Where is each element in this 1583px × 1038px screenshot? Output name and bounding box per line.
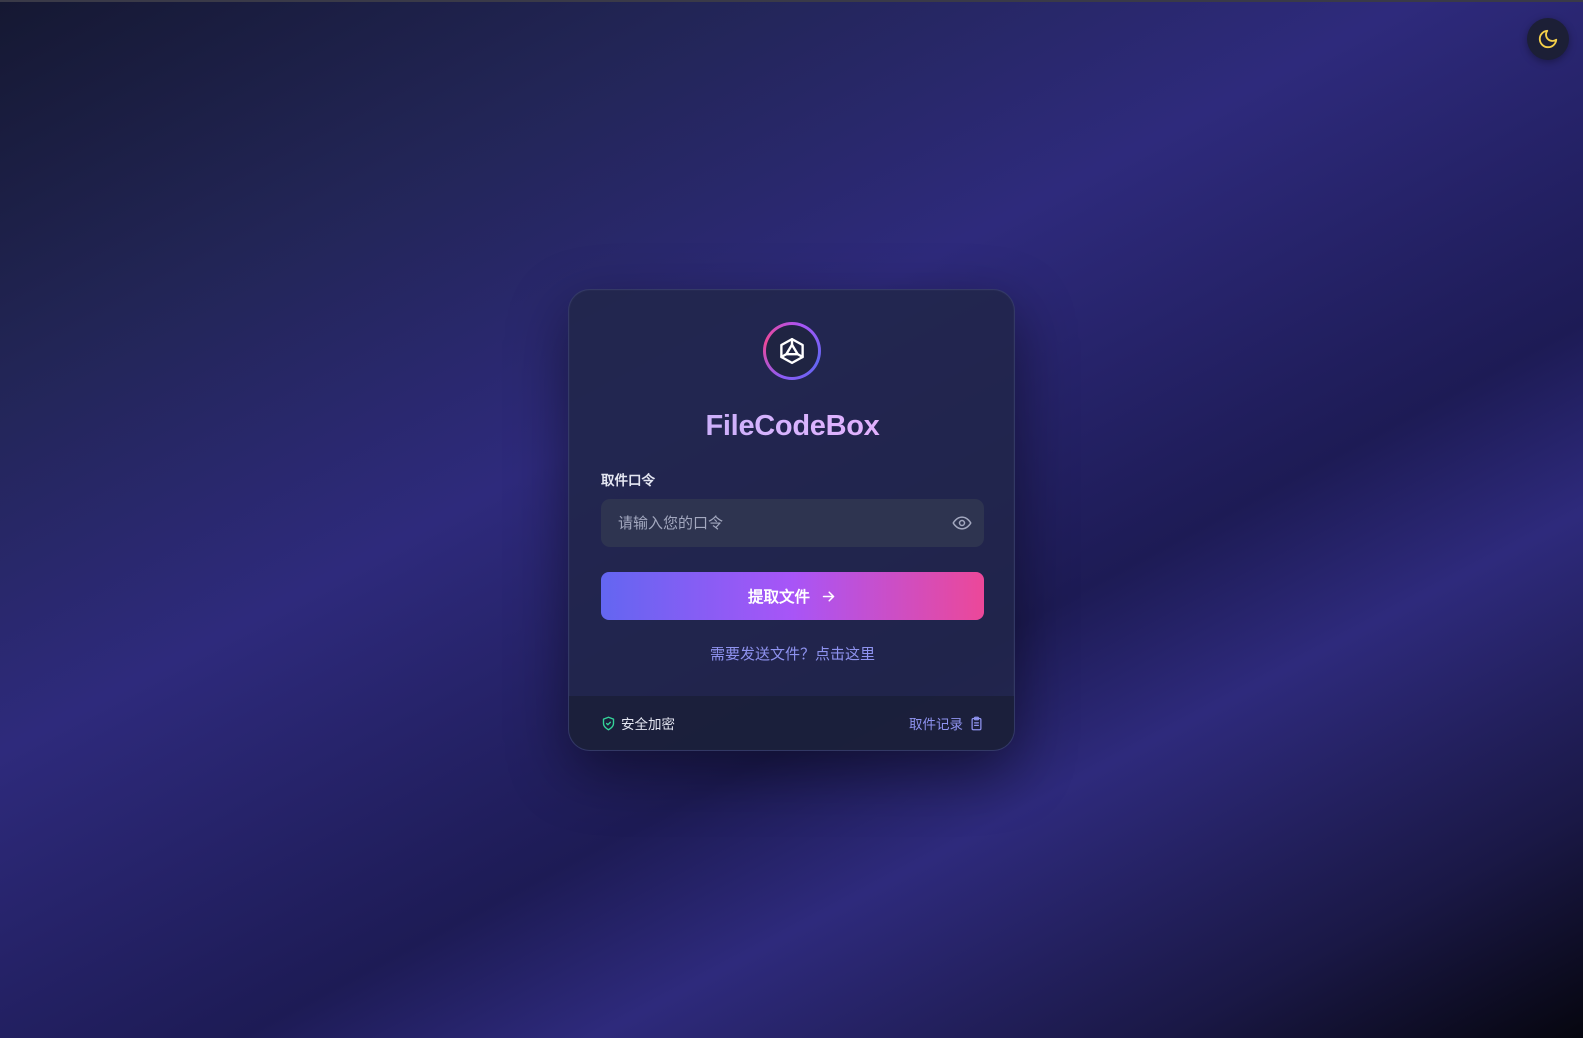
shield-check-icon bbox=[602, 716, 615, 730]
app-logo bbox=[763, 322, 821, 380]
secure-label: 安全加密 bbox=[621, 717, 675, 733]
secure-indicator: 安全加密 bbox=[601, 713, 675, 733]
eye-icon bbox=[952, 516, 972, 530]
records-label: 取件记录 bbox=[909, 717, 963, 733]
clipboard-icon bbox=[971, 716, 982, 730]
moon-icon bbox=[1538, 29, 1558, 49]
retrieve-file-label: 提取文件 bbox=[747, 588, 810, 606]
send-file-link[interactable]: 需要发送文件？点击这里 bbox=[569, 643, 1014, 664]
theme-toggle-button[interactable] bbox=[1527, 18, 1569, 60]
window-top-border bbox=[0, 0, 1583, 2]
retrieve-card: FileCodeBox 取件口令 提取文件 需要发送文件？点击这里 安全加密 取… bbox=[568, 289, 1015, 751]
retrieve-records-link[interactable]: 取件记录 bbox=[909, 713, 984, 733]
card-footer: 安全加密 取件记录 bbox=[569, 696, 1014, 750]
app-title: FileCodeBox bbox=[569, 410, 1014, 443]
arrow-right-icon bbox=[822, 590, 835, 602]
passcode-input[interactable] bbox=[601, 499, 940, 547]
passcode-label: 取件口令 bbox=[601, 473, 655, 489]
cube-icon bbox=[780, 337, 804, 365]
retrieve-file-button[interactable]: 提取文件 bbox=[601, 572, 984, 620]
passcode-field bbox=[601, 499, 984, 547]
toggle-visibility-button[interactable] bbox=[940, 499, 984, 547]
